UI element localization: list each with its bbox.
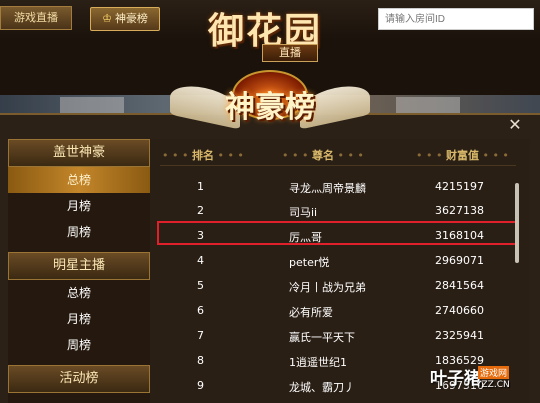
rank-cell: 2 <box>197 204 204 217</box>
ranking-sidebar: 盖世神豪 总榜 月榜 周榜 明星主播 总榜 月榜 周榜 活动榜 <box>8 139 150 403</box>
game-live-button[interactable]: 游戏直播 <box>0 6 72 30</box>
wealth-cell: 2740660 <box>435 304 484 317</box>
sidebar-header-events[interactable]: 活动榜 <box>8 365 150 393</box>
site-logo: 御花园 直播 <box>190 0 380 62</box>
sidebar-header-tycoon[interactable]: 盖世神豪 <box>8 139 150 167</box>
nick-column-header: • • • 尊名 • • • <box>282 149 364 162</box>
header-divider <box>160 165 516 166</box>
wealth-cell: 2969071 <box>435 254 484 267</box>
rank-cell: 4 <box>197 254 204 267</box>
sidebar-item-star-monthly[interactable]: 月榜 <box>8 306 150 332</box>
sidebar-item-star-weekly[interactable]: 周榜 <box>8 332 150 358</box>
wealth-cell: 3627138 <box>435 204 484 217</box>
wealth-cell: 2325941 <box>435 329 484 342</box>
watermark-tag: 游戏网 <box>478 366 510 379</box>
table-scrollbar[interactable] <box>515 183 519 263</box>
rich-list-label: 神豪榜 <box>114 12 148 25</box>
wealth-cell: 2841564 <box>435 279 484 292</box>
sidebar-item-tycoon-weekly[interactable]: 周榜 <box>8 219 150 245</box>
highlighted-row-frame <box>157 221 517 245</box>
nick-cell: 赢氏一平天下 <box>289 331 355 344</box>
rank-cell: 6 <box>197 304 204 317</box>
table-header: • • • 排名 • • • • • • 尊名 • • • • • • 财富值 … <box>150 147 530 167</box>
sidebar-header-star-host[interactable]: 明星主播 <box>8 252 150 280</box>
table-row: 4 peter悦 2969071 <box>150 248 510 272</box>
table-row: 1 寻龙灬周帝景麟 4215197 <box>150 174 510 198</box>
rank-column-header: • • • 排名 • • • <box>162 149 244 162</box>
close-icon[interactable]: ✕ <box>506 116 524 134</box>
nick-cell: 寻龙灬周帝景麟 <box>289 182 366 195</box>
nick-cell: 龙城、霸刀丿 <box>289 381 355 394</box>
rich-list-emblem: 神豪榜 <box>170 70 370 130</box>
sidebar-item-tycoon-total[interactable]: 总榜 <box>8 167 150 193</box>
crown-icon: ♔ <box>102 12 112 25</box>
table-row: 7 赢氏一平天下 2325941 <box>150 323 510 347</box>
nick-cell: peter悦 <box>289 256 330 269</box>
nick-cell: 1逍遥世纪1 <box>289 356 347 369</box>
watermark-url: YZZ.CN <box>476 380 510 390</box>
watermark-logo: 叶子猪 <box>430 369 481 389</box>
room-id-search-input[interactable] <box>378 8 534 30</box>
sidebar-item-star-total[interactable]: 总榜 <box>8 280 150 306</box>
rank-cell: 7 <box>197 329 204 342</box>
rank-cell: 9 <box>197 379 204 392</box>
nick-cell: 必有所爱 <box>289 306 333 319</box>
table-row: 6 必有所爱 2740660 <box>150 298 510 322</box>
logo-subtitle: 直播 <box>262 44 318 62</box>
table-row: 2 司马ii 3627138 <box>150 198 510 222</box>
rank-cell: 1 <box>197 180 204 193</box>
rich-list-button[interactable]: ♔ 神豪榜 <box>90 7 160 31</box>
rank-cell: 5 <box>197 279 204 292</box>
wealth-column-header: • • • 财富值 • • • <box>416 149 509 162</box>
table-row: 5 冷月丨战为兄弟 2841564 <box>150 273 510 297</box>
rank-cell: 8 <box>197 354 204 367</box>
nick-cell: 冷月丨战为兄弟 <box>289 281 366 294</box>
wealth-cell: 4215197 <box>435 180 484 193</box>
emblem-title: 神豪榜 <box>225 90 315 125</box>
sidebar-item-tycoon-monthly[interactable]: 月榜 <box>8 193 150 219</box>
nick-cell: 司马ii <box>289 206 318 219</box>
site-watermark: 叶子猪 游戏网 YZZ.CN <box>430 364 540 402</box>
